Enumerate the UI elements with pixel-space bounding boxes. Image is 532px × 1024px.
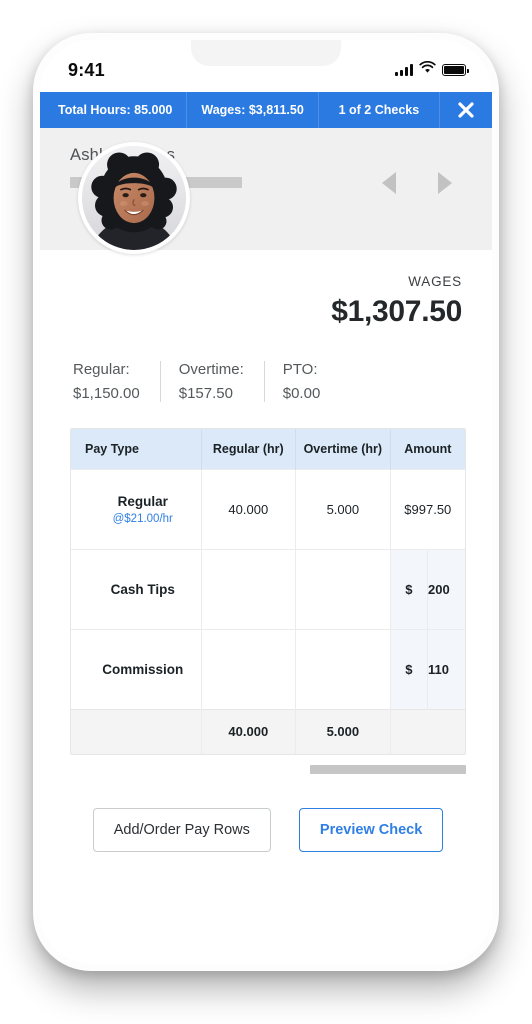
add-order-pay-rows-button[interactable]: Add/Order Pay Rows	[92, 807, 271, 852]
column-header-pay-type[interactable]: Pay Type	[71, 429, 202, 470]
pay-type-cell[interactable]: Cash Tips	[71, 549, 202, 630]
pay-type-cell[interactable]: Commission	[71, 629, 202, 710]
regular-hours-cell[interactable]	[201, 549, 297, 630]
overtime-hours-cell[interactable]	[295, 549, 391, 630]
breakdown-regular: Regular: $1,150.00	[73, 361, 160, 402]
previous-employee-button[interactable]	[382, 172, 396, 194]
wages-amount: $1,307.50	[331, 295, 462, 328]
amount-currency-symbol: $	[390, 629, 429, 710]
regular-hours-cell[interactable]	[201, 629, 297, 710]
totals-amount	[390, 709, 465, 754]
totals-label	[71, 709, 202, 754]
column-header-regular[interactable]: Regular (hr)	[201, 429, 297, 470]
breakdown-regular-label: Regular:	[73, 361, 130, 378]
check-detail-body: WAGES $1,307.50 Regular: $1,150.00 Overt…	[40, 250, 492, 964]
breakdown-regular-value: $1,150.00	[73, 385, 140, 402]
total-hours-label: Total Hours: 85.000	[40, 92, 188, 128]
employee-photo	[82, 146, 186, 250]
avatar[interactable]	[78, 142, 190, 254]
preview-check-button[interactable]: Preview Check	[298, 807, 444, 852]
breakdown-pto: PTO: $0.00	[263, 361, 341, 402]
table-header-row: Pay Type Regular (hr) Overtime (hr) Amou…	[71, 429, 465, 470]
battery-full-icon	[442, 64, 469, 76]
status-bar: 9:41	[40, 40, 492, 92]
wifi-icon	[419, 60, 436, 79]
next-employee-button[interactable]	[438, 172, 452, 194]
status-bar-time: 9:41	[68, 59, 105, 80]
earnings-breakdown: Regular: $1,150.00 Overtime: $157.50 PTO…	[70, 361, 466, 402]
breakdown-overtime: Overtime: $157.50	[159, 361, 264, 402]
pay-type-name: Cash Tips	[110, 582, 175, 597]
close-x-icon	[458, 102, 474, 118]
status-bar-indicators	[395, 60, 469, 79]
pay-type-name: Commission	[102, 662, 184, 677]
cellular-bars-icon	[395, 64, 413, 76]
table-row[interactable]: Cash Tips $ 200	[71, 549, 465, 630]
phone-notch	[191, 40, 341, 66]
amount-input-cell[interactable]: 110	[427, 629, 465, 710]
check-counter-label: 1 of 2 Checks	[319, 92, 440, 128]
table-totals-row: 40.000 5.000	[71, 709, 465, 754]
screenshot-stage: 9:41 Total Hours: 85.000 Wages: $3,811.5…	[0, 0, 532, 1024]
regular-hours-cell[interactable]: 40.000	[201, 469, 297, 550]
totals-regular-hours: 40.000	[201, 709, 297, 754]
breakdown-pto-label: PTO:	[282, 361, 318, 378]
overtime-hours-cell[interactable]	[295, 629, 391, 710]
total-wages-label: Wages: $3,811.50	[187, 92, 319, 128]
breakdown-overtime-value: $157.50	[178, 385, 233, 402]
phone-screen: 9:41 Total Hours: 85.000 Wages: $3,811.5…	[40, 40, 492, 964]
amount-currency-symbol: $	[390, 549, 429, 630]
wages-label: WAGES	[408, 274, 462, 289]
employee-nav-arrows	[382, 172, 452, 194]
payroll-summary-bar: Total Hours: 85.000 Wages: $3,811.50 1 o…	[40, 92, 492, 128]
pay-rows-table: Pay Type Regular (hr) Overtime (hr) Amou…	[70, 428, 466, 755]
totals-overtime-hours: 5.000	[295, 709, 391, 754]
overtime-hours-cell[interactable]: 5.000	[295, 469, 391, 550]
table-row[interactable]: Regular @$21.00/hr 40.000 5.000 $997.50	[71, 469, 465, 550]
action-buttons: Add/Order Pay Rows Preview Check	[70, 807, 466, 852]
pay-rate-link[interactable]: @$21.00/hr	[85, 513, 201, 525]
amount-cell[interactable]: $997.50	[390, 469, 465, 550]
phone-device-frame: 9:41 Total Hours: 85.000 Wages: $3,811.5…	[33, 33, 499, 971]
column-header-amount[interactable]: Amount	[390, 429, 465, 470]
pay-type-cell[interactable]: Regular @$21.00/hr	[71, 469, 202, 550]
breakdown-pto-value: $0.00	[282, 385, 321, 402]
wages-summary: WAGES $1,307.50	[70, 250, 466, 329]
close-button[interactable]	[440, 92, 492, 128]
scrollbar-thumb[interactable]	[310, 764, 466, 774]
breakdown-overtime-label: Overtime:	[178, 361, 244, 378]
table-row[interactable]: Commission $ 110	[71, 629, 465, 710]
pay-type-name: Regular	[117, 494, 168, 509]
column-header-overtime[interactable]: Overtime (hr)	[295, 429, 391, 470]
table-horizontal-scrollbar[interactable]	[70, 764, 466, 774]
amount-input-cell[interactable]: 200	[427, 549, 465, 630]
